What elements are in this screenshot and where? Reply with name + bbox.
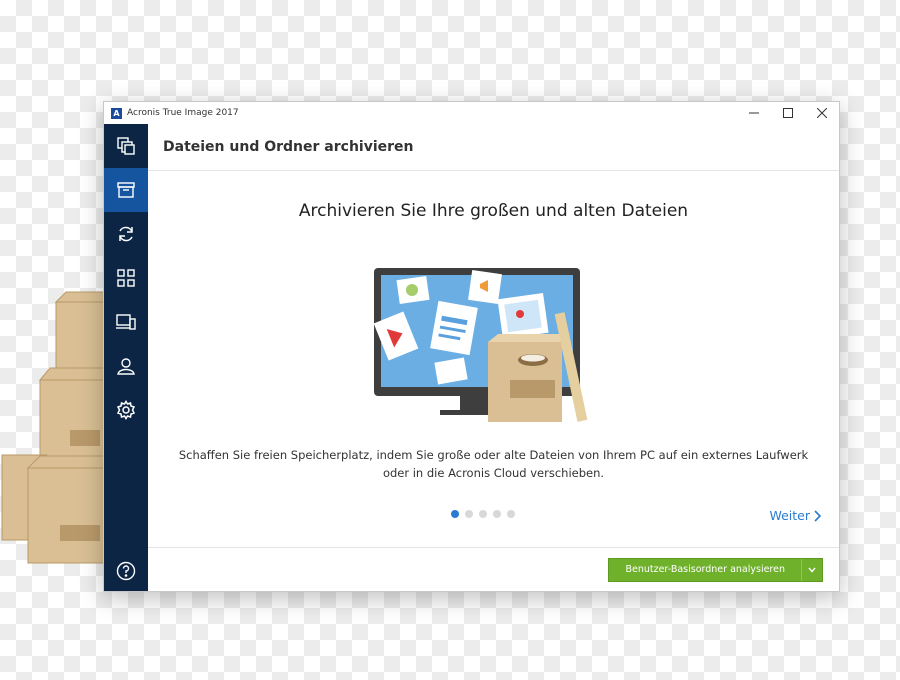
pager-dot[interactable] [451,510,459,518]
description-line-2: oder in die Acronis Cloud verschieben. [382,466,605,480]
app-window: A Acronis True Image 2017 Dateien und Or… [103,101,840,592]
title-bar: A Acronis True Image 2017 [104,102,839,124]
close-button[interactable] [805,102,839,124]
pager-dot[interactable] [507,510,515,518]
settings-gear-icon [116,400,136,420]
account-icon [117,358,135,375]
acronis-logo-icon: A [111,107,122,119]
sidebar-item-sync[interactable] [104,212,148,256]
archive-illustration [373,268,588,422]
chevron-right-icon [814,509,822,522]
maximize-icon [783,108,793,118]
description: Schaffen Sie freien Speicherplatz, indem… [168,446,819,482]
chevron-down-icon [808,567,816,573]
next-label: Weiter [769,508,810,523]
analyze-dropdown-button[interactable] [801,559,822,581]
help-button[interactable] [104,549,148,593]
sidebar-item-devices[interactable] [104,300,148,344]
devices-icon [116,314,136,330]
help-icon [116,561,136,581]
backup-icon [117,137,135,155]
window-title: Acronis True Image 2017 [127,108,239,118]
analyze-split-button: Benutzer-Basisordner analysieren [608,558,823,582]
pager-dot[interactable] [465,510,473,518]
pager-dot[interactable] [479,510,487,518]
next-link[interactable]: Weiter [769,508,822,523]
footer-divider [148,547,839,548]
sidebar-item-account[interactable] [104,344,148,388]
cardboard-boxes-decoration [1,291,120,564]
pager-dots [451,510,515,518]
close-icon [817,108,827,118]
sidebar-item-settings[interactable] [104,388,148,432]
description-line-1: Schaffen Sie freien Speicherplatz, indem… [178,448,809,462]
sidebar-item-archive[interactable] [104,168,148,212]
page-title: Dateien und Ordner archivieren [148,124,839,171]
sidebar [104,124,148,591]
sidebar-item-backup[interactable] [104,124,148,168]
maximize-button[interactable] [771,102,805,124]
main-content: Dateien und Ordner archivieren Archivier… [148,124,839,591]
pager-dot[interactable] [493,510,501,518]
sync-icon [119,226,133,242]
minimize-button[interactable] [737,102,771,124]
analyze-button[interactable]: Benutzer-Basisordner analysieren [609,559,801,581]
headline: Archivieren Sie Ihre großen und alten Da… [298,201,689,221]
sidebar-item-tools[interactable] [104,256,148,300]
archive-icon [117,182,135,198]
minimize-icon [749,112,759,114]
tools-grid-icon [117,269,135,287]
